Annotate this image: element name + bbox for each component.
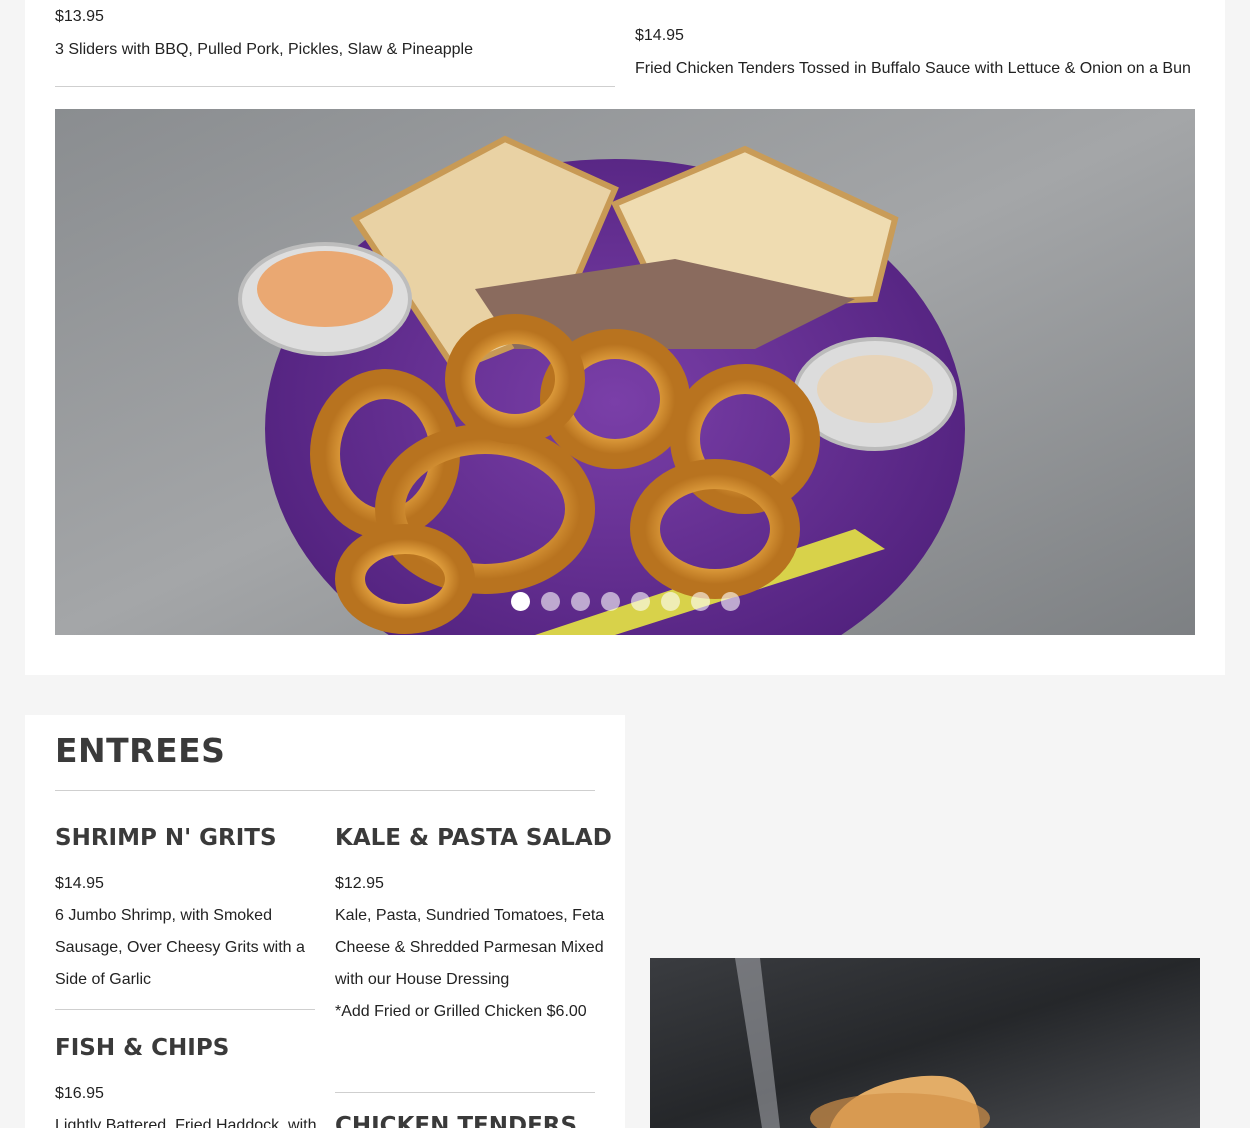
- carousel-dot[interactable]: [660, 592, 680, 611]
- item-description: Fried Chicken Tenders Tossed in Buffalo …: [635, 60, 1191, 77]
- entrees-section: ENTREES SHRIMP N' GRITS $14.95 6 Jumbo S…: [25, 715, 625, 1128]
- carousel-dot[interactable]: [690, 592, 710, 611]
- carousel-dot[interactable]: [720, 592, 740, 611]
- item-description: 6 Jumbo Shrimp, with Smoked: [55, 907, 272, 924]
- item-description: with our House Dressing: [335, 971, 510, 988]
- menu-item-title: FISH & CHIPS: [55, 1035, 230, 1061]
- item-price: $14.95: [635, 27, 684, 44]
- carousel-dot[interactable]: [630, 592, 650, 611]
- carousel-dot[interactable]: [510, 592, 530, 611]
- sandwich-photo: [650, 958, 1200, 1128]
- photo-image: [650, 958, 1200, 1128]
- image-carousel[interactable]: [55, 109, 1195, 635]
- item-price: $13.95: [55, 8, 104, 25]
- divider: [55, 1009, 315, 1010]
- item-price: $16.95: [55, 1085, 104, 1102]
- item-description: Cheese & Shredded Parmesan Mixed: [335, 939, 604, 956]
- divider: [335, 1092, 595, 1093]
- item-note: *Add Fried or Grilled Chicken $6.00: [335, 1003, 587, 1020]
- divider: [55, 790, 595, 791]
- item-description: Lightly Battered, Fried Haddock, with: [55, 1117, 317, 1128]
- item-price: $14.95: [55, 875, 104, 892]
- item-description: Kale, Pasta, Sundried Tomatoes, Feta: [335, 907, 605, 924]
- item-description: 3 Sliders with BBQ, Pulled Pork, Pickles…: [55, 41, 473, 58]
- carousel-dot[interactable]: [540, 592, 560, 611]
- carousel-pagination: [55, 592, 1195, 611]
- divider: [55, 86, 615, 87]
- menu-item-title: SHRIMP N' GRITS: [55, 825, 277, 851]
- item-description: Sausage, Over Cheesy Grits with a: [55, 939, 305, 956]
- sandwich-with-onion-rings-photo: [55, 109, 1195, 635]
- item-description: Side of Garlic: [55, 971, 152, 988]
- menu-item-title: CHICKEN TENDERS: [335, 1113, 578, 1128]
- carousel-dot[interactable]: [570, 592, 590, 611]
- menu-item-title: KALE & PASTA SALAD: [335, 825, 612, 851]
- item-price: $12.95: [335, 875, 384, 892]
- carousel-dot[interactable]: [600, 592, 620, 611]
- section-title: ENTREES: [55, 731, 226, 770]
